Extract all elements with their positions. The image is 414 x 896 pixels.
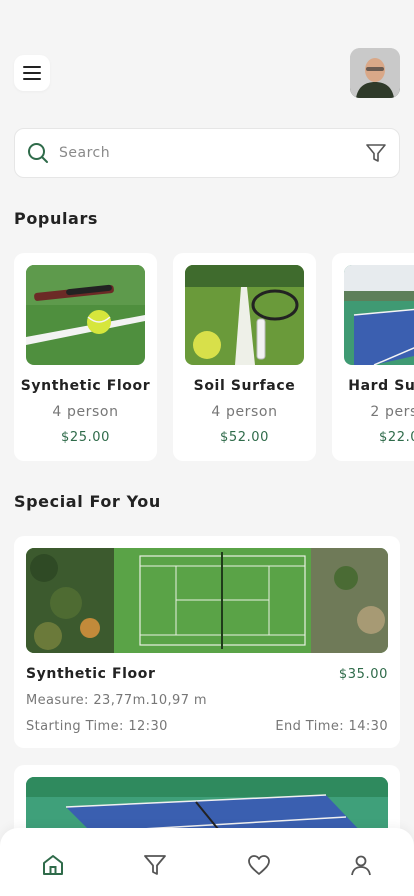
aerial-court-image	[26, 548, 388, 653]
special-measure: Measure: 23,77m.10,97 m	[26, 693, 207, 708]
popular-card[interactable]: Soil Surface 4 person $52.00	[173, 253, 316, 461]
special-card[interactable]: Synthetic Floor $35.00 Measure: 23,77m.1…	[14, 536, 400, 748]
court-image	[26, 265, 145, 365]
court-image	[344, 265, 414, 365]
home-icon	[43, 855, 63, 875]
special-name: Synthetic Floor	[26, 666, 156, 682]
avatar[interactable]	[350, 48, 400, 98]
special-end-time: End Time: 14:30	[275, 719, 388, 734]
special-title: Special For You	[14, 492, 161, 511]
popular-card[interactable]: Hard Surface 2 person $22.00	[332, 253, 414, 461]
popular-capacity: 2 person	[370, 404, 414, 420]
court-image	[26, 548, 388, 653]
popular-name: Synthetic Floor	[20, 378, 151, 394]
filter-icon	[144, 855, 166, 875]
search-bar[interactable]	[14, 128, 400, 178]
nav-filter[interactable]	[142, 852, 168, 878]
nav-profile[interactable]	[348, 852, 374, 878]
filter-icon[interactable]	[365, 142, 387, 164]
popular-card[interactable]: Synthetic Floor 4 person $25.00	[14, 253, 157, 461]
menu-button[interactable]	[14, 55, 50, 91]
popular-capacity: 4 person	[211, 404, 278, 420]
populars-title: Populars	[14, 209, 99, 228]
hamburger-menu-icon	[23, 66, 41, 80]
popular-price: $22.00	[378, 430, 414, 445]
profile-icon	[351, 855, 371, 876]
search-icon	[28, 143, 48, 163]
search-input[interactable]	[59, 145, 365, 161]
heart-icon	[248, 855, 270, 875]
hard-court-image	[344, 265, 414, 365]
bottom-navigation	[0, 828, 414, 896]
special-price: $35.00	[338, 667, 388, 682]
tennis-racket-image	[185, 265, 304, 365]
popular-name: Hard Surface	[348, 378, 414, 394]
popular-price: $25.00	[60, 430, 111, 445]
popular-name: Soil Surface	[193, 378, 296, 394]
nav-favorites[interactable]	[246, 852, 272, 878]
special-start-time: Starting Time: 12:30	[26, 719, 168, 734]
popular-price: $52.00	[219, 430, 270, 445]
tennis-ball-image	[26, 265, 145, 365]
court-image	[185, 265, 304, 365]
popular-capacity: 4 person	[52, 404, 119, 420]
popular-list: Synthetic Floor 4 person $25.00 Soil Sur…	[14, 253, 414, 461]
nav-home[interactable]	[40, 852, 66, 878]
avatar-photo	[350, 48, 400, 98]
